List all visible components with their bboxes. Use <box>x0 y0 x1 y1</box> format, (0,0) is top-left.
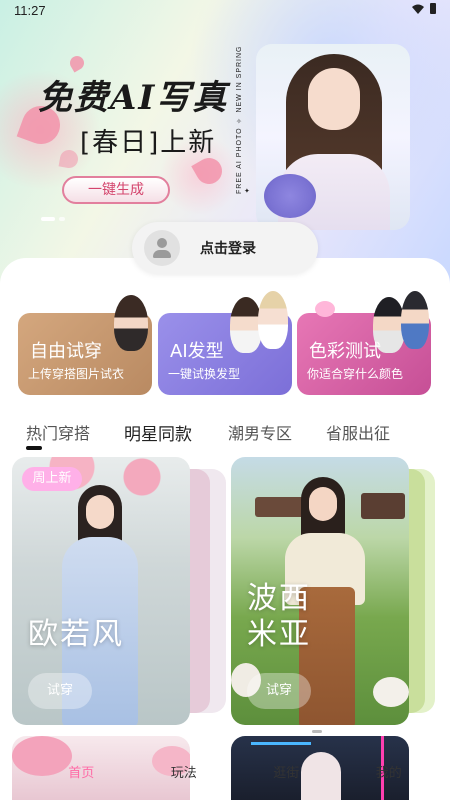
feature-title: 自由试穿 <box>30 341 102 362</box>
feature-free-try-on[interactable]: 自由试穿 上传穿搭图片试衣 <box>18 295 152 395</box>
login-label: 点击登录 <box>200 241 256 257</box>
feature-desc: 你适合穿什么颜色 <box>307 367 404 381</box>
scroll-handle <box>312 730 322 733</box>
avatar-icon <box>144 230 180 266</box>
model-thumbnail <box>114 295 148 351</box>
nav-shopping[interactable]: 逛街 <box>265 758 307 785</box>
login-button[interactable]: 点击登录 <box>132 222 318 274</box>
feature-title: AI发型 <box>170 341 224 362</box>
battery-icon <box>430 3 436 14</box>
outfit-style-name: 欧若风 <box>28 617 124 652</box>
tab-provincial[interactable]: 省服出征 <box>326 420 390 444</box>
carousel-dot-active <box>41 217 55 221</box>
tab-trendy-men[interactable]: 潮男专区 <box>228 420 292 444</box>
tab-celebrity-same[interactable]: 明星同款 <box>124 420 192 445</box>
hero-vertical-caption: FREE AI PHOTO ✧ NEW IN SPRING ✦ <box>236 45 251 195</box>
nav-play[interactable]: 玩法 <box>163 758 205 785</box>
outfit-card[interactable]: 周上新 欧若风 试穿 <box>12 457 226 725</box>
nav-home[interactable]: 首页 <box>60 758 102 785</box>
try-on-button[interactable]: 试穿 <box>28 673 92 709</box>
status-time: 11:27 <box>14 3 46 18</box>
try-on-button[interactable]: 试穿 <box>247 673 311 709</box>
category-tabs: 热门穿搭 明星同款 潮男专区 省服出征 <box>0 418 450 452</box>
new-badge: 周上新 <box>22 467 82 491</box>
feature-ai-hairstyle[interactable]: AI发型 一键试换发型 <box>158 291 292 395</box>
outfit-photo: 波西 米亚 试穿 <box>231 457 409 725</box>
outfit-style-name: 波西 <box>247 581 311 616</box>
outfit-photo: 周上新 欧若风 试穿 <box>12 457 190 725</box>
feature-color-test[interactable]: 色彩测试 你适合穿什么颜色 <box>297 291 431 395</box>
status-icons <box>412 3 436 14</box>
wifi-icon <box>412 4 424 14</box>
carousel-dots <box>41 217 65 221</box>
model-thumbnail <box>401 291 429 349</box>
status-bar: 11:27 <box>0 0 450 22</box>
flower-decoration <box>315 301 335 317</box>
hydrangea-decoration <box>264 174 316 218</box>
generate-button[interactable]: 一键生成 <box>62 176 170 204</box>
outfit-style-name-line2: 米亚 <box>247 617 311 652</box>
feature-desc: 上传穿搭图片试衣 <box>28 367 125 381</box>
bottom-nav: 首页 玩法 逛街 我的 <box>30 752 440 790</box>
feature-title: 色彩测试 <box>309 341 381 362</box>
tab-hot-outfits[interactable]: 热门穿搭 <box>26 420 90 444</box>
hero-subtitle: [春日]上新 <box>80 128 217 158</box>
nav-profile[interactable]: 我的 <box>368 758 410 785</box>
tab-indicator <box>26 446 42 450</box>
petal-decoration <box>58 148 80 170</box>
feature-desc: 一键试换发型 <box>168 367 241 381</box>
outfit-card[interactable]: 波西 米亚 试穿 <box>231 457 435 725</box>
hero-title: 免费AI写真 <box>38 78 229 118</box>
hero-portrait <box>256 44 410 230</box>
carousel-dot <box>59 217 65 221</box>
model-thumbnail <box>258 291 288 349</box>
